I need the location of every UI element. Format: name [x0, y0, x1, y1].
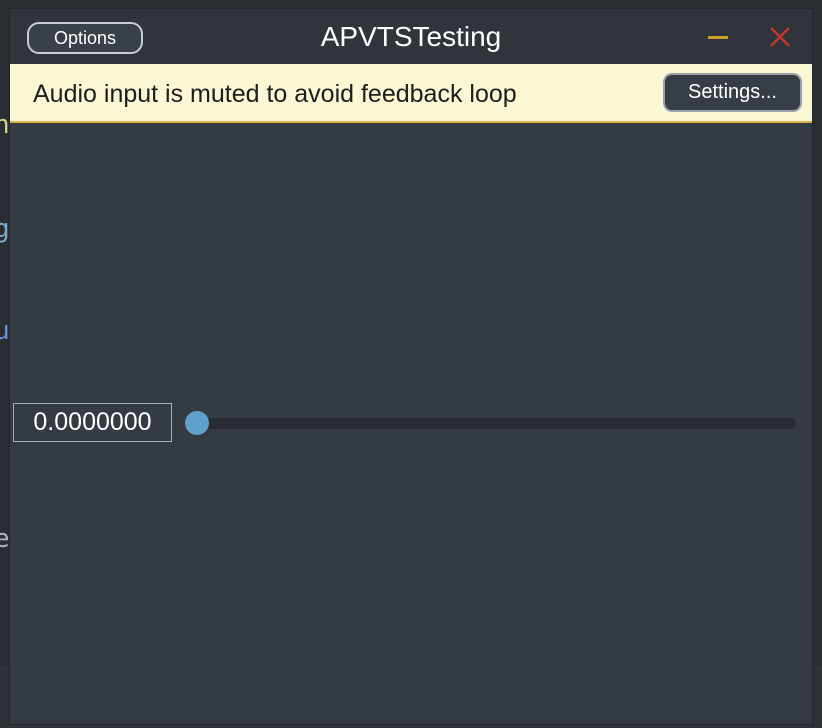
close-icon — [770, 27, 790, 47]
slider-track[interactable] — [185, 418, 796, 429]
options-button[interactable]: Options — [27, 22, 143, 54]
close-button[interactable] — [768, 25, 792, 49]
minimize-button[interactable] — [706, 27, 730, 47]
feedback-notice-bar: Audio input is muted to avoid feedback l… — [10, 64, 812, 123]
parameter-slider[interactable] — [185, 411, 796, 435]
notice-message: Audio input is muted to avoid feedback l… — [33, 80, 517, 108]
settings-button[interactable]: Settings... — [663, 73, 802, 112]
plugin-editor-area: 0.0000000 — [10, 123, 812, 723]
minimize-icon — [708, 36, 728, 39]
plugin-window: Options APVTSTesting Audio input is mute… — [9, 8, 813, 725]
title-bar[interactable]: Options APVTSTesting — [10, 9, 812, 64]
slider-thumb[interactable] — [185, 411, 209, 435]
slider-value-textbox[interactable]: 0.0000000 — [13, 403, 172, 442]
